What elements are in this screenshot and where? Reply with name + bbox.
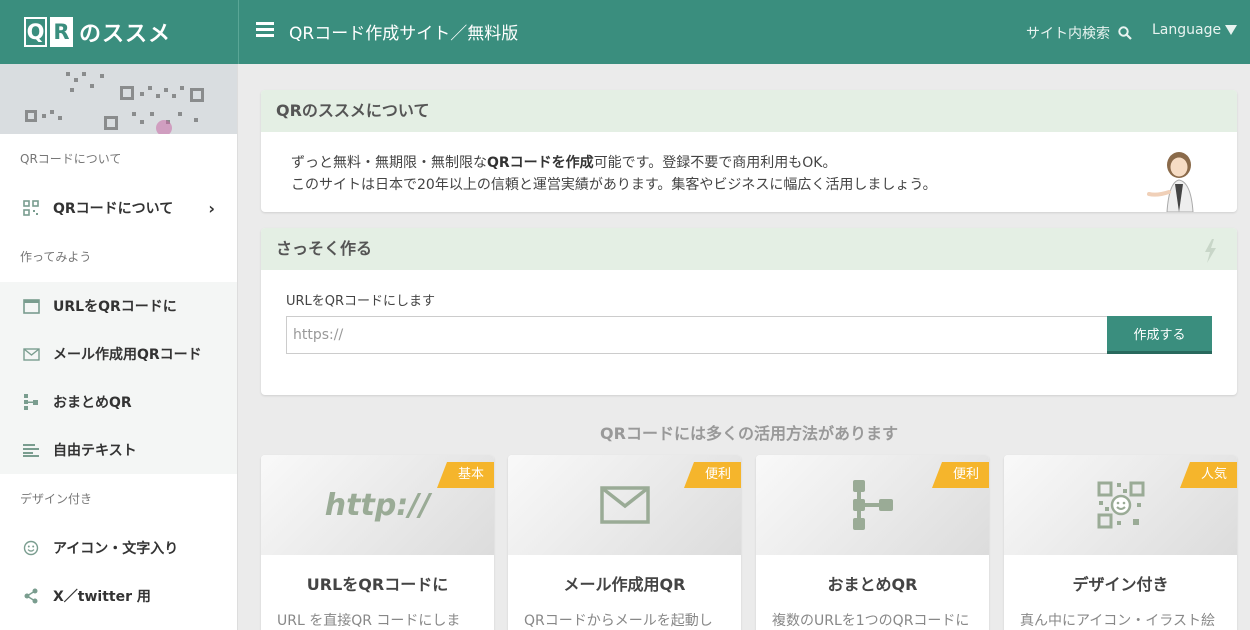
sidebar-item-label: メール作成用QRコード: [53, 347, 202, 363]
site-search-link[interactable]: サイト内検索: [1026, 23, 1132, 43]
logo-area[interactable]: Q R のススメ: [0, 0, 238, 64]
card-image: 便利: [756, 455, 989, 555]
sidebar-item-label: アイコン・文字入り: [53, 541, 179, 557]
chevron-right-icon: ›: [208, 198, 215, 218]
about-line-2: このサイトは日本で20年以上の信頼と運営実績があります。集客やビジネスに幅広く活…: [291, 177, 937, 193]
qr-collage-image: [0, 64, 237, 134]
text-lines-icon: [22, 441, 40, 459]
sidebar-item-twitter[interactable]: X／twitter 用: [0, 572, 237, 620]
sidebar: QRコードについて QRコードについて › 作ってみよう URLをQRコードに …: [0, 64, 238, 630]
qr-icon: [22, 199, 40, 217]
language-label: Language: [1152, 22, 1222, 38]
quick-make-title: さっそく作る: [276, 239, 373, 258]
card-badge: 人気: [1180, 462, 1237, 488]
card-title: URLをQRコードに: [306, 575, 449, 594]
share-icon: [22, 587, 40, 605]
sidebar-item-bundle-qr[interactable]: おまとめQR: [0, 378, 237, 426]
site-title[interactable]: QRコード作成サイト／無料版: [289, 19, 518, 44]
sidebar-item-label: おまとめQR: [53, 395, 132, 411]
use-card-mail[interactable]: 便利 メール作成用QR QRコードからメールを起動し: [508, 455, 741, 630]
sidebar-item-qr-about[interactable]: QRコードについて ›: [0, 184, 237, 232]
sidebar-item-label: QRコードについて: [53, 201, 174, 217]
logo-text: のススメ: [79, 22, 172, 47]
card-image: http:// 基本: [261, 455, 494, 555]
quick-make-panel: さっそく作る URLをQRコードにします 作成する: [261, 228, 1237, 395]
card-badge: 基本: [437, 462, 494, 488]
envelope-icon: [22, 345, 40, 363]
card-image: 人気: [1004, 455, 1237, 555]
search-icon: [1118, 26, 1132, 40]
uses-heading: QRコードには多くの活用方法があります: [600, 424, 898, 443]
about-line-1-post: 可能です。登録不要で商用利用もOK。: [593, 155, 837, 171]
browser-window-icon: [22, 297, 40, 315]
logo-r-box: R: [50, 17, 73, 47]
use-card-bundle[interactable]: 便利 おまとめQR 複数のURLを1つのQRコードに: [756, 455, 989, 630]
card-image: 便利: [508, 455, 741, 555]
tree-icon: [22, 393, 40, 411]
card-title: メール作成用QR: [563, 575, 686, 594]
sidebar-hero-image: [0, 64, 237, 134]
http-icon: http://: [324, 487, 431, 523]
caret-down-icon: [1225, 25, 1238, 35]
sidebar-item-free-text[interactable]: 自由テキスト: [0, 426, 237, 474]
guide-woman-illustration: [1147, 152, 1194, 212]
sidebar-item-mail-qr[interactable]: メール作成用QRコード: [0, 330, 237, 378]
sidebar-section-about: QRコードについて: [20, 152, 122, 166]
site-search-label: サイト内検索: [1026, 26, 1110, 42]
sidebar-item-url-qr[interactable]: URLをQRコードに: [0, 282, 237, 330]
about-heading: QRのススメについて: [261, 90, 1237, 132]
sidebar-item-label: X／twitter 用: [53, 589, 151, 605]
about-text: ずっと無料・無期限・無制限なQRコードを作成可能です。登録不要で商用利用もOK。…: [261, 132, 1237, 196]
sidebar-item-label: 自由テキスト: [53, 443, 137, 459]
card-badge: 便利: [932, 462, 989, 488]
sidebar-item-icon-text[interactable]: アイコン・文字入り: [0, 524, 237, 572]
card-title: デザイン付き: [1072, 575, 1169, 594]
about-panel: QRのススメについて ずっと無料・無期限・無制限なQRコードを作成可能です。登録…: [261, 90, 1237, 212]
lightning-bolt-icon: [1203, 234, 1217, 276]
envelope-icon: [599, 486, 650, 524]
card-title: おまとめQR: [827, 575, 918, 594]
top-bar: QRコード作成サイト／無料版 サイト内検索 Language: [238, 0, 1250, 64]
about-line-1-pre: ずっと無料・無期限・無制限な: [291, 155, 487, 171]
about-line-1: ずっと無料・無期限・無制限なQRコードを作成可能です。登録不要で商用利用もOK。: [291, 152, 1237, 174]
qr-smiley-icon: [1097, 481, 1144, 529]
use-card-design[interactable]: 人気 デザイン付き 真ん中にアイコン・イラスト絵: [1004, 455, 1237, 630]
card-description: 真ん中にアイコン・イラスト絵: [1020, 613, 1216, 629]
site-logo[interactable]: Q R のススメ: [24, 16, 171, 48]
smiley-icon: [22, 539, 40, 557]
sidebar-section-design: デザイン付き: [20, 492, 93, 506]
hamburger-menu-icon[interactable]: [256, 22, 274, 38]
sidebar-item-label: URLをQRコードに: [53, 299, 177, 315]
card-description: QRコードからメールを起動し: [524, 613, 713, 629]
tree-icon: [852, 480, 893, 530]
card-description: URL を直接QR コードにしま: [277, 613, 461, 629]
use-card-url[interactable]: http:// 基本 URLをQRコードに URL を直接QR コードにしま: [261, 455, 494, 630]
url-form-label: URLをQRコードにします: [286, 294, 436, 309]
url-input[interactable]: [286, 316, 1108, 354]
about-line-1-bold: QRコードを作成: [487, 155, 594, 171]
card-description: 複数のURLを1つのQRコードに: [772, 613, 970, 629]
quick-make-heading: さっそく作る: [261, 228, 1237, 270]
logo-q-box: Q: [24, 17, 47, 47]
create-button[interactable]: 作成する: [1107, 316, 1212, 354]
card-badge: 便利: [684, 462, 741, 488]
language-selector[interactable]: Language: [1152, 22, 1238, 38]
sidebar-section-make: 作ってみよう: [20, 250, 92, 264]
